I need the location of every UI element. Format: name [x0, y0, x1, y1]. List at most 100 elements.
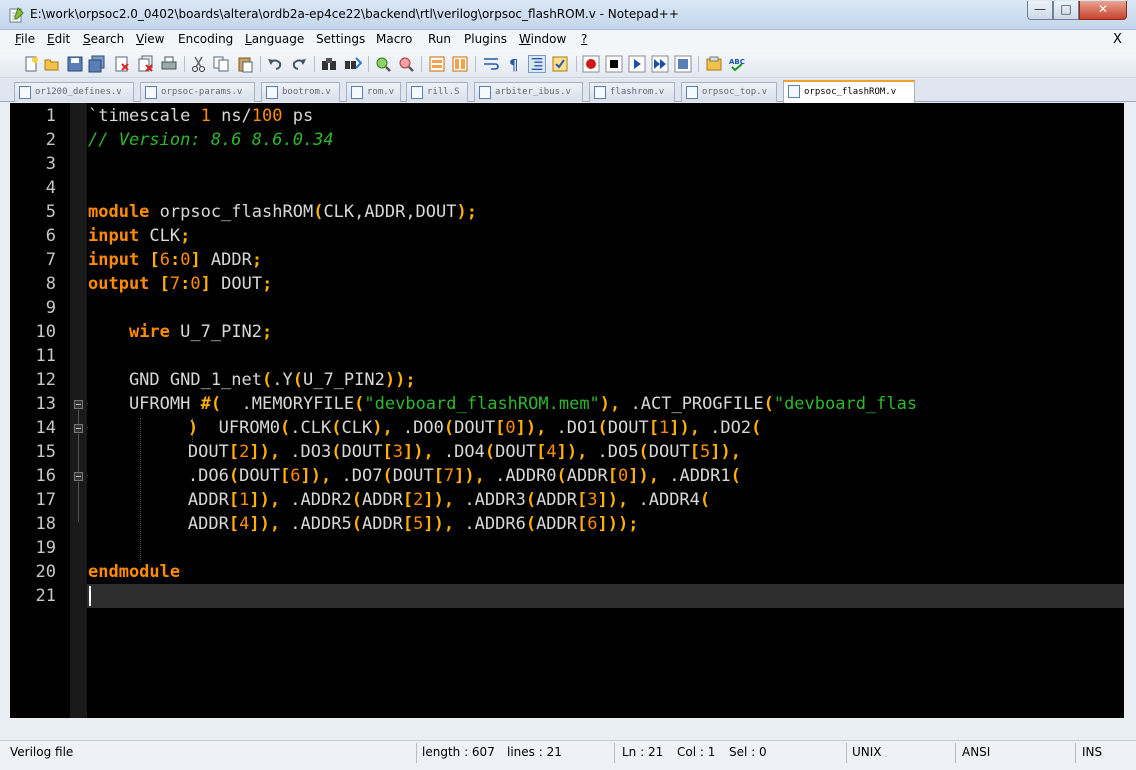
fold-toggle-icon[interactable]: [74, 424, 83, 433]
sync-vertical-icon[interactable]: [428, 55, 446, 73]
fold-toggle-icon[interactable]: [74, 472, 83, 481]
code-token: ]: [628, 466, 639, 486]
minimize-button[interactable]: —: [1027, 1, 1053, 20]
tab-arbiter-ibus[interactable]: arbiter_ibus.v: [474, 82, 583, 102]
save-macro-icon[interactable]: [674, 55, 692, 73]
status-eol-format[interactable]: UNIX: [852, 745, 882, 759]
close-window-button[interactable]: ✕: [1079, 1, 1127, 20]
menu-edit[interactable]: Edit: [47, 32, 70, 46]
function-list-icon[interactable]: [705, 55, 723, 73]
status-encoding[interactable]: ANSI: [962, 745, 990, 759]
code-token: 3: [587, 490, 598, 510]
maximize-button[interactable]: □: [1053, 1, 1079, 20]
sync-horizontal-icon[interactable]: [451, 55, 469, 73]
horizontal-scrollbar[interactable]: [10, 718, 1136, 738]
code-token: )): [384, 370, 406, 390]
code-token: ]: [249, 490, 260, 510]
zoom-out-icon[interactable]: [397, 55, 415, 73]
close-file-icon[interactable]: [113, 55, 131, 73]
code-token: CLK: [341, 418, 373, 438]
close-all-icon[interactable]: [137, 55, 155, 73]
cut-icon[interactable]: [190, 55, 208, 73]
menu-macro[interactable]: Macro: [376, 32, 412, 46]
code-token: ): [456, 202, 467, 222]
code-token: [: [402, 514, 414, 534]
menu-language[interactable]: Language: [245, 32, 304, 46]
toolbar-separator: [698, 56, 699, 72]
menu-view[interactable]: View: [136, 32, 164, 46]
tab-rill[interactable]: rill.S: [406, 82, 468, 102]
code-token: .ADDR5: [280, 514, 352, 534]
menu-help[interactable]: ?: [581, 32, 587, 46]
code-token: .DO4: [433, 442, 485, 462]
find-icon[interactable]: [320, 55, 338, 73]
line-number: 20: [35, 562, 56, 582]
code-token: ): [187, 418, 199, 438]
print-icon[interactable]: [160, 55, 178, 73]
status-bar: Verilog file length : 607 lines : 21 Ln …: [0, 740, 1136, 770]
code-token: ]: [556, 442, 567, 462]
show-all-characters-icon[interactable]: ¶: [505, 55, 523, 73]
line-number: 7: [45, 250, 56, 270]
replace-icon[interactable]: [344, 55, 362, 73]
tab-orpsoc-params[interactable]: orpsoc-params.v: [140, 82, 255, 102]
current-line-highlight: [87, 584, 1124, 608]
code-token: 100: [251, 106, 283, 126]
word-wrap-icon[interactable]: [482, 55, 500, 73]
paste-icon[interactable]: [236, 55, 254, 73]
title-bar[interactable]: E:\work\orpsoc2.0_0402\boards\altera\ord…: [0, 0, 1136, 30]
run-macro-multiple-icon[interactable]: [651, 55, 669, 73]
menu-search[interactable]: Search: [83, 32, 124, 46]
code-token: 5: [413, 514, 424, 534]
code-token: module: [88, 202, 150, 222]
play-macro-icon[interactable]: [628, 55, 646, 73]
status-selection: Sel : 0: [729, 745, 767, 759]
open-file-icon[interactable]: [43, 55, 61, 73]
code-editor[interactable]: 1 2 3 4 5 6 7 8 9 10 11 12 13 14 15 16 1…: [10, 103, 1124, 718]
record-macro-icon[interactable]: [582, 55, 600, 73]
fold-toggle-icon[interactable]: [74, 400, 83, 409]
code-token: (: [354, 394, 365, 414]
indent-guide-icon[interactable]: [528, 55, 546, 73]
tab-or1200-defines[interactable]: or1200_defines.v: [14, 82, 134, 102]
undo-icon[interactable]: [266, 55, 284, 73]
toolbar-separator: [260, 56, 261, 72]
new-file-icon[interactable]: [22, 55, 40, 73]
tab-orpsoc-flashrom-active[interactable]: orpsoc_flashROM.v: [783, 80, 915, 103]
code-token: DOUT: [607, 418, 649, 438]
menu-encoding[interactable]: Encoding: [178, 32, 233, 46]
code-token: [: [149, 250, 160, 270]
menu-run[interactable]: Run: [428, 32, 451, 46]
code-line-1: `timescale 1 ns/100 ps: [88, 106, 313, 126]
stop-macro-icon[interactable]: [605, 55, 623, 73]
code-line-10: wire U_7_PIN2;: [88, 322, 272, 342]
code-token: 1: [200, 106, 211, 126]
menu-window[interactable]: Window: [519, 32, 566, 46]
status-line-position: Ln : 21: [622, 745, 664, 759]
zoom-in-icon[interactable]: [374, 55, 392, 73]
code-token: [: [402, 490, 414, 510]
save-all-icon[interactable]: [88, 55, 106, 73]
vertical-scrollbar[interactable]: [1124, 103, 1136, 718]
menu-file[interactable]: File: [15, 32, 35, 46]
code-token: 3: [392, 442, 403, 462]
user-defined-language-icon[interactable]: [551, 55, 569, 73]
redo-icon[interactable]: [290, 55, 308, 73]
tab-bootrom[interactable]: bootrom.v: [261, 82, 340, 102]
menu-settings[interactable]: Settings: [316, 32, 365, 46]
code-token: (: [597, 418, 608, 438]
tab-orpsoc-top[interactable]: orpsoc_top.v: [681, 82, 777, 102]
code-token: ns/: [210, 106, 252, 126]
spell-check-icon[interactable]: ABC: [728, 55, 746, 73]
menu-plugins[interactable]: Plugins: [464, 32, 507, 46]
code-token: ]: [423, 490, 434, 510]
code-line-14: ) UFROM0(.CLK(CLK), .DO0(DOUT[0]), .DO1(…: [106, 418, 761, 438]
code-token: .ADDR1: [658, 466, 731, 486]
close-document-button[interactable]: X: [1113, 32, 1122, 47]
file-icon: [594, 86, 606, 99]
tab-flashrom[interactable]: flashrom.v: [589, 82, 675, 102]
tab-rom[interactable]: rom.v: [346, 82, 401, 102]
save-icon[interactable]: [66, 55, 84, 73]
copy-icon[interactable]: [212, 55, 230, 73]
status-insert-mode[interactable]: INS: [1082, 745, 1102, 759]
